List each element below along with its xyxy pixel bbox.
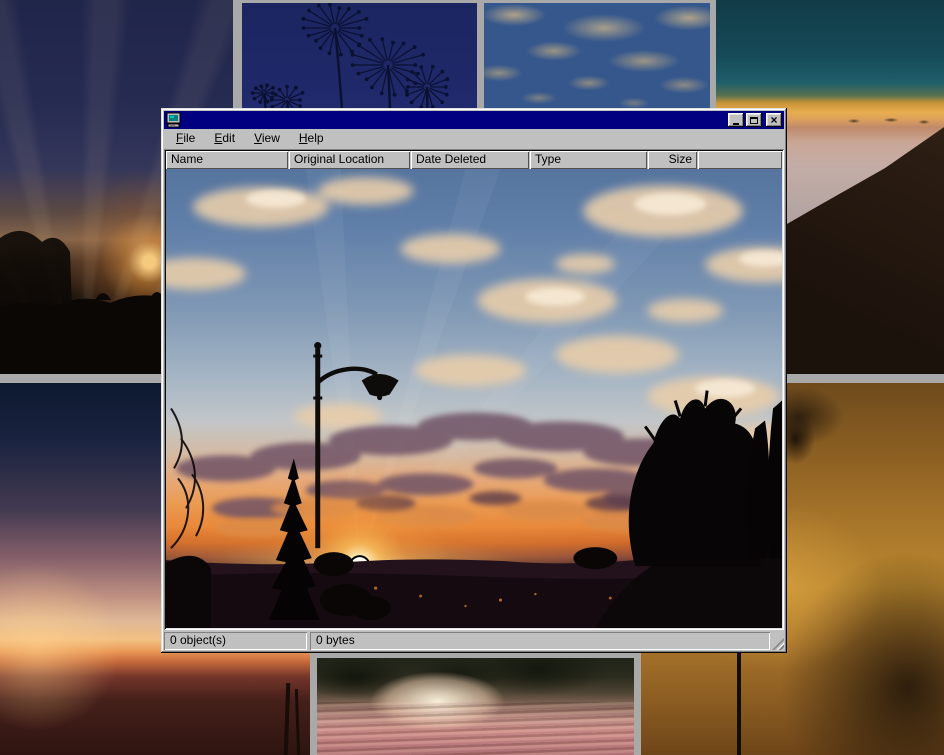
recycle-bin-window: × File Edit View Help NameOriginal Location…	[161, 108, 787, 653]
window-controls: ×	[728, 113, 782, 127]
wallpaper-photo-water-reflections	[317, 658, 634, 755]
menu-accel: H	[299, 131, 308, 145]
menu-bar: File Edit View Help	[164, 129, 784, 148]
maximize-button[interactable]	[746, 113, 762, 127]
maximize-icon	[750, 117, 758, 124]
column-header-row: NameOriginal LocationDate DeletedTypeSiz…	[166, 151, 782, 169]
menu-item-help[interactable]: Help	[292, 129, 331, 148]
status-bar: 0 object(s) 0 bytes	[164, 632, 784, 650]
island-silhouettes	[836, 116, 936, 126]
minimize-button[interactable]	[728, 113, 744, 127]
resize-grip[interactable]	[772, 638, 784, 650]
computer-icon	[166, 112, 182, 128]
close-icon: ×	[770, 115, 777, 125]
menu-item-edit[interactable]: Edit	[207, 129, 242, 148]
menu-item-view[interactable]: View	[247, 129, 287, 148]
column-header-size[interactable]: Size	[648, 151, 697, 169]
menu-item-file[interactable]: File	[169, 129, 202, 148]
column-header-date-deleted[interactable]: Date Deleted	[411, 151, 529, 169]
water-pole	[284, 683, 291, 755]
folder-background-photo	[166, 169, 782, 628]
list-view[interactable]: NameOriginal LocationDate DeletedTypeSiz…	[164, 149, 784, 630]
column-header-name[interactable]: Name	[166, 151, 288, 169]
menu-accel: V	[254, 131, 262, 145]
column-header-original-location[interactable]: Original Location	[289, 151, 410, 169]
column-header-blank[interactable]	[698, 151, 782, 169]
minimize-icon	[733, 123, 739, 125]
close-button[interactable]: ×	[766, 113, 782, 127]
water-pole	[295, 689, 300, 755]
window-titlebar[interactable]: ×	[164, 111, 784, 129]
status-bytes: 0 bytes	[310, 632, 770, 650]
menu-accel: F	[176, 131, 183, 145]
status-objects: 0 object(s)	[164, 632, 307, 650]
sunset-lamp-photo	[166, 169, 782, 628]
menu-accel: E	[214, 131, 222, 145]
column-header-type[interactable]: Type	[530, 151, 647, 169]
